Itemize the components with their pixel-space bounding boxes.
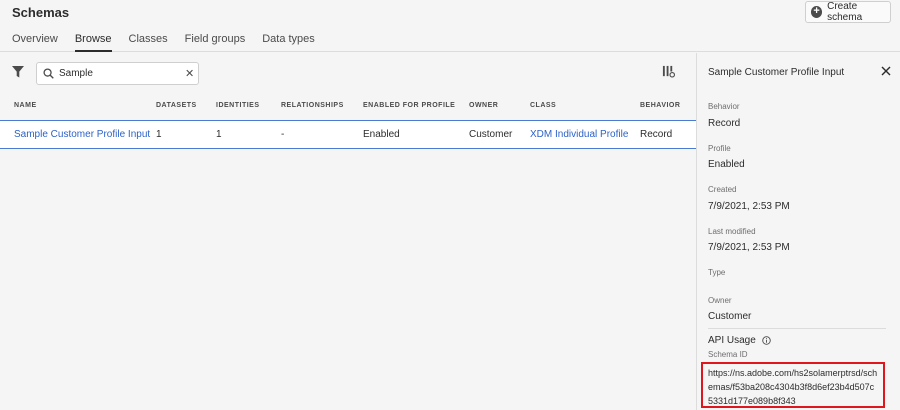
column-header-identities[interactable]: IDENTITIES bbox=[216, 102, 260, 109]
schema-id-value[interactable]: https://ns.adobe.com/hs2solamerptrsd/sch… bbox=[708, 366, 878, 408]
filter-icon[interactable] bbox=[12, 66, 24, 78]
schema-id-highlight: https://ns.adobe.com/hs2solamerptrsd/sch… bbox=[701, 362, 885, 408]
profile-value: Enabled bbox=[708, 159, 745, 170]
close-icon[interactable] bbox=[881, 66, 891, 76]
behavior-cell: Record bbox=[640, 129, 673, 140]
create-schema-button[interactable]: + Create schema bbox=[805, 1, 891, 23]
table-row[interactable]: Sample Customer Profile Input 1 1 - Enab… bbox=[0, 120, 696, 149]
info-icon[interactable] bbox=[762, 336, 771, 345]
browse-area: ✕ NAME DATASETS IDENTITIES RELATIONSHIPS… bbox=[0, 53, 696, 410]
add-icon: + bbox=[811, 6, 823, 18]
behavior-value: Record bbox=[708, 118, 741, 129]
column-header-behavior[interactable]: BEHAVIOR bbox=[640, 102, 680, 109]
created-value: 7/9/2021, 2:53 PM bbox=[708, 201, 790, 212]
owner-value: Customer bbox=[708, 311, 752, 322]
search-icon bbox=[43, 68, 54, 79]
tab-overview[interactable]: Overview bbox=[12, 33, 58, 52]
schema-name-link[interactable]: Sample Customer Profile Input bbox=[14, 129, 150, 140]
table-header: NAME DATASETS IDENTITIES RELATIONSHIPS E… bbox=[0, 100, 696, 120]
column-header-class[interactable]: CLASS bbox=[530, 102, 556, 109]
type-label: Type bbox=[708, 268, 726, 277]
tab-data-types[interactable]: Data types bbox=[262, 33, 315, 52]
class-link[interactable]: XDM Individual Profile bbox=[530, 129, 628, 140]
clear-icon[interactable]: ✕ bbox=[185, 67, 194, 80]
panel-separator bbox=[708, 328, 886, 329]
profile-label: Profile bbox=[708, 144, 731, 153]
last-modified-value: 7/9/2021, 2:53 PM bbox=[708, 242, 790, 253]
search-field[interactable]: ✕ bbox=[36, 62, 199, 85]
owner-label: Owner bbox=[708, 296, 732, 305]
column-settings-icon[interactable] bbox=[662, 65, 675, 78]
created-label: Created bbox=[708, 185, 737, 194]
column-header-owner[interactable]: OWNER bbox=[469, 102, 498, 109]
panel-title: Sample Customer Profile Input bbox=[708, 67, 845, 78]
identities-cell: 1 bbox=[216, 129, 222, 140]
last-modified-label: Last modified bbox=[708, 227, 756, 236]
column-header-datasets[interactable]: DATASETS bbox=[156, 102, 197, 109]
enabled-for-profile-cell: Enabled bbox=[363, 129, 400, 140]
datasets-cell: 1 bbox=[156, 129, 162, 140]
search-input[interactable] bbox=[59, 66, 179, 81]
column-header-name[interactable]: NAME bbox=[14, 102, 37, 109]
api-usage-title: API Usage bbox=[708, 335, 756, 346]
details-panel: Sample Customer Profile Input Behavior R… bbox=[697, 53, 900, 410]
relationships-cell: - bbox=[281, 129, 285, 140]
behavior-label: Behavior bbox=[708, 102, 740, 111]
column-header-relationships[interactable]: RELATIONSHIPS bbox=[281, 102, 344, 109]
column-header-enabled-for-profile[interactable]: ENABLED FOR PROFILE bbox=[363, 102, 455, 109]
tab-classes[interactable]: Classes bbox=[129, 33, 168, 52]
api-usage-heading: API Usage bbox=[708, 335, 771, 346]
app-header: Schemas Overview Browse Classes Field gr… bbox=[0, 0, 900, 52]
create-schema-label: Create schema bbox=[827, 1, 863, 23]
tab-browse[interactable]: Browse bbox=[74, 33, 112, 52]
page-title: Schemas bbox=[12, 5, 70, 20]
tab-bar: Overview Browse Classes Field groups Dat… bbox=[12, 33, 332, 52]
tab-field-groups[interactable]: Field groups bbox=[185, 33, 246, 52]
owner-cell: Customer bbox=[469, 129, 513, 140]
schema-id-label: Schema ID bbox=[708, 350, 748, 359]
